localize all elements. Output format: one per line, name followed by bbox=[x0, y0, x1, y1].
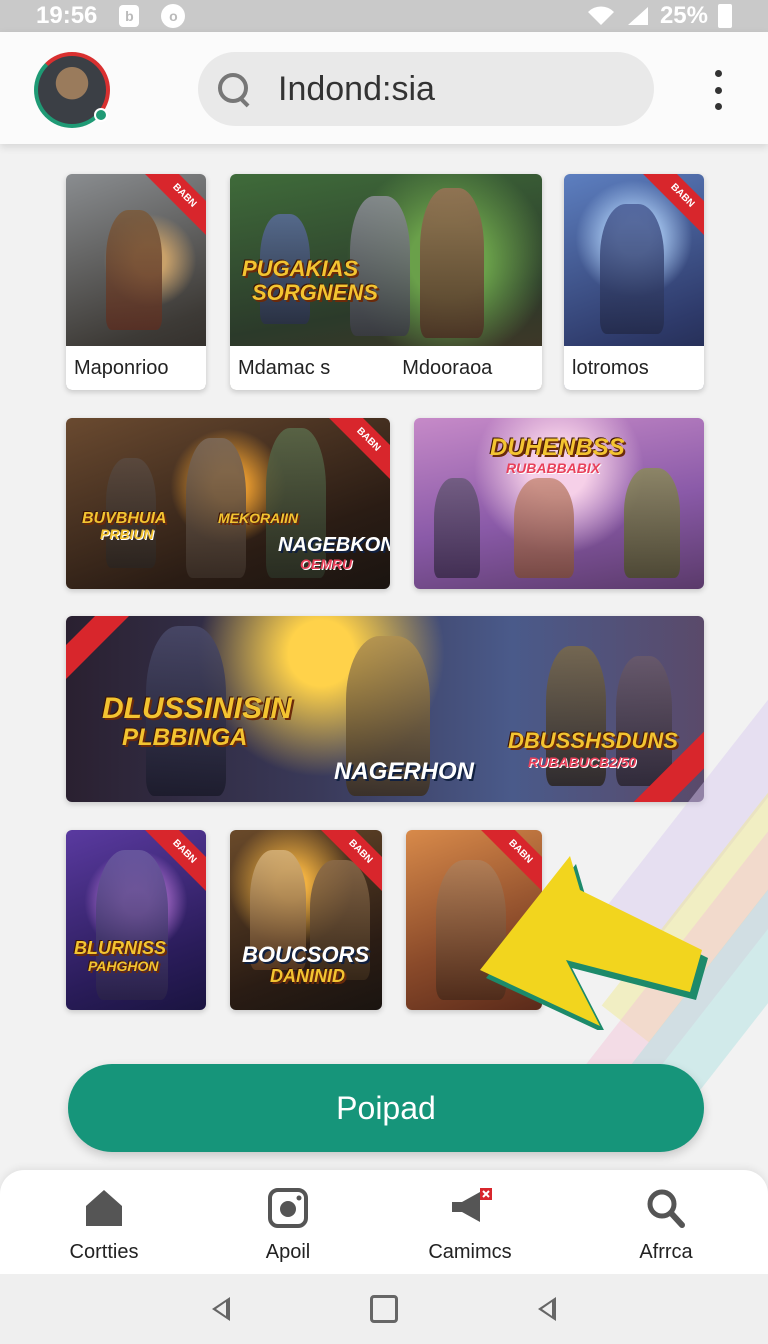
system-navigation-bar bbox=[0, 1274, 768, 1344]
game-art-title: BLURNISS bbox=[74, 938, 167, 958]
game-art-image: BUVBHUIA PRBIUN MEKORAIIN NAGEBKON OEMRU bbox=[66, 418, 390, 589]
nav-item-camera[interactable]: Apoil bbox=[218, 1188, 358, 1264]
game-art-title: DUHENBSS bbox=[490, 434, 625, 461]
avatar[interactable] bbox=[34, 52, 110, 128]
signal-icon bbox=[627, 7, 648, 25]
home-button-icon[interactable] bbox=[370, 1295, 398, 1323]
search-icon bbox=[216, 71, 252, 107]
nav-label: Apoil bbox=[265, 1241, 311, 1263]
sync-icon: o bbox=[161, 4, 186, 28]
game-card-3[interactable]: BABN lotromos bbox=[564, 174, 704, 390]
game-art-title: NAGERHON bbox=[334, 758, 475, 785]
search-input-text[interactable]: Indond:sia bbox=[278, 70, 435, 109]
nav-item-search[interactable]: Afrrca bbox=[596, 1188, 736, 1264]
game-art-image: DUHENBSS RUBABBABIX bbox=[414, 418, 704, 589]
status-time: 19:56 bbox=[36, 2, 98, 29]
featured-banner[interactable]: DLUSSINISIN PLBBINGA NAGERHON DBUSSHSDUN… bbox=[66, 616, 704, 802]
notification-icon: b bbox=[119, 5, 140, 27]
game-art-title: BOUCSORS bbox=[242, 942, 370, 967]
recents-icon[interactable] bbox=[538, 1297, 556, 1321]
arrow-pointer-icon bbox=[480, 856, 708, 1030]
game-art-subtitle: PAHGHON bbox=[88, 958, 159, 974]
game-card-7[interactable]: BLURNISS PAHGHON BABN bbox=[66, 830, 206, 1010]
caption-right: Mdooraoa bbox=[402, 356, 493, 379]
status-bar: 19:56 b o 25% bbox=[0, 0, 768, 32]
game-art-subtitle: OEMRU bbox=[300, 556, 353, 572]
nav-label: Camimcs bbox=[428, 1241, 512, 1263]
game-art-title-line1: PUGAKIAS bbox=[242, 256, 359, 281]
game-card-caption: Maponrioo bbox=[66, 346, 206, 390]
battery-icon bbox=[718, 4, 732, 28]
nav-item-campaigns[interactable]: Camimcs bbox=[400, 1188, 540, 1264]
primary-action-button[interactable]: Poipad bbox=[68, 1064, 704, 1152]
game-art-subtitle: PLBBINGA bbox=[122, 724, 248, 751]
search-bar[interactable]: Indond:sia bbox=[198, 52, 654, 126]
online-status-dot bbox=[94, 108, 108, 122]
megaphone-icon bbox=[452, 1188, 492, 1222]
nav-label: Afrrca bbox=[639, 1241, 693, 1263]
game-card-1[interactable]: BABN Maponrioo bbox=[66, 174, 206, 390]
game-art-subtitle: RUBABUCB2/50 bbox=[528, 754, 637, 770]
game-card-8[interactable]: BOUCSORS DANINID BABN bbox=[230, 830, 382, 1010]
game-card-caption: Mdamac s Mdooraoa bbox=[230, 346, 542, 390]
game-art-title: NAGEBKON bbox=[278, 534, 390, 556]
game-card-5[interactable]: DUHENBSS RUBABBABIX bbox=[414, 418, 704, 589]
wifi-icon bbox=[587, 6, 614, 25]
search-icon bbox=[647, 1189, 685, 1228]
game-card-2[interactable]: PUGAKIAS SORGNENS Mdamac s Mdooraoa bbox=[230, 174, 542, 390]
app-header: Indond:sia bbox=[0, 32, 768, 144]
game-art-subtitle: DANINID bbox=[270, 966, 345, 986]
home-icon bbox=[86, 1190, 122, 1226]
nav-label: Cortties bbox=[69, 1241, 139, 1263]
bottom-navigation: Cortties Apoil Camimcs Afrrca bbox=[0, 1170, 768, 1274]
game-art-image: DLUSSINISIN PLBBINGA NAGERHON DBUSSHSDUN… bbox=[66, 616, 704, 802]
game-art-subtitle: PRBIUN bbox=[100, 526, 154, 542]
battery-percent: 25% bbox=[659, 2, 708, 29]
back-icon[interactable] bbox=[212, 1297, 230, 1321]
nav-item-home[interactable]: Cortties bbox=[34, 1188, 174, 1264]
camera-icon bbox=[268, 1188, 308, 1228]
game-art-subtitle: RUBABBABIX bbox=[506, 460, 601, 476]
game-art-title-line2: SORGNENS bbox=[252, 280, 378, 305]
game-art-title: DBUSSHSDUNS bbox=[508, 728, 678, 753]
game-card-4[interactable]: BUVBHUIA PRBIUN MEKORAIIN NAGEBKON OEMRU… bbox=[66, 418, 390, 589]
game-art-title: MEKORAIIN bbox=[218, 510, 299, 526]
game-art-title: DLUSSINISIN bbox=[102, 692, 293, 725]
caption-left: Mdamac s bbox=[238, 356, 331, 379]
more-options-icon[interactable] bbox=[708, 70, 728, 110]
game-card-caption: lotromos bbox=[564, 346, 704, 390]
